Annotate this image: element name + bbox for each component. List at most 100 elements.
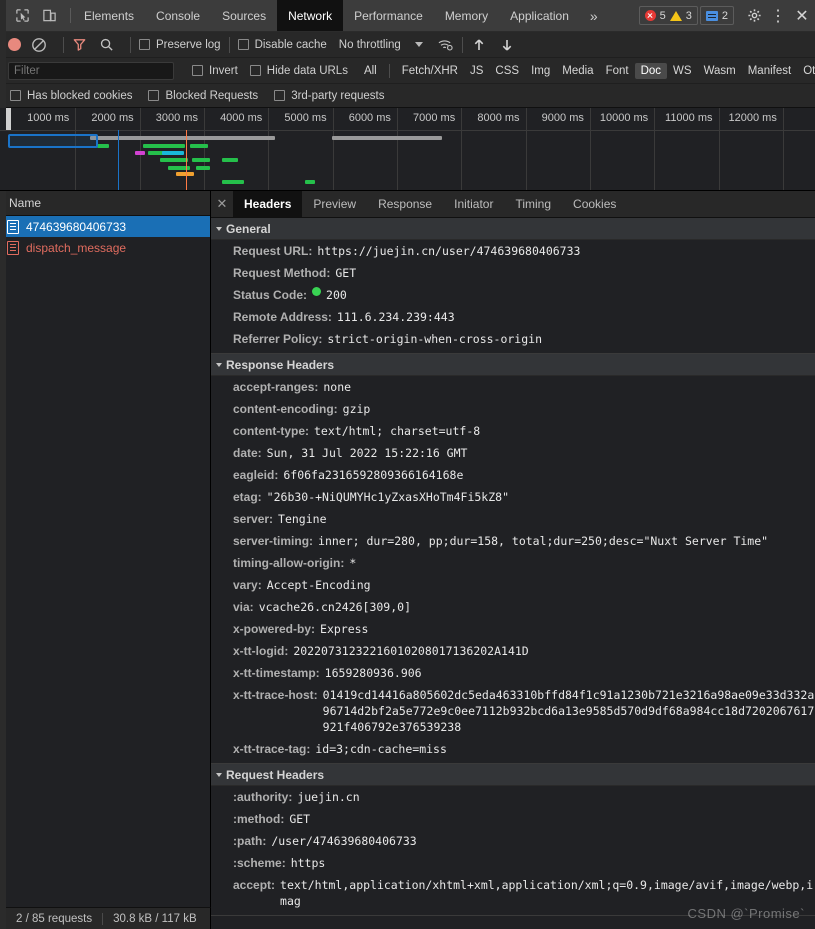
overview-gridline (718, 108, 720, 190)
detail-tabs: ✕ Headers Preview Response Initiator Tim… (211, 191, 815, 218)
header-value: 20220731232216010208017136202A141D (293, 644, 529, 658)
invert-checkbox[interactable]: Invert (192, 65, 238, 77)
hide-data-urls-checkbox[interactable]: Hide data URLs (249, 65, 348, 77)
type-filter-other[interactable]: Other (797, 63, 815, 79)
section-divider (211, 915, 815, 916)
filter-funnel-icon[interactable] (72, 37, 87, 52)
type-filter-css[interactable]: CSS (489, 63, 525, 79)
type-filter-img[interactable]: Img (525, 63, 556, 79)
detail-tab-response[interactable]: Response (367, 191, 443, 217)
type-filter-js[interactable]: JS (464, 63, 489, 79)
status-ok-icon (312, 287, 322, 296)
search-icon[interactable] (99, 37, 114, 52)
header-value: https://juejin.cn/user/474639680406733 (317, 244, 581, 258)
detail-tab-timing-label: Timing (515, 197, 552, 211)
has-blocked-cookies-checkbox[interactable]: Has blocked cookies (10, 90, 132, 102)
network-conditions-icon[interactable] (437, 37, 454, 52)
overview-tick-label: 5000 ms (284, 112, 327, 124)
header-row: timing-allow-origin: * (211, 552, 815, 574)
header-value: GET (335, 266, 357, 280)
header-key: :path: (233, 834, 267, 848)
preserve-log-checkbox[interactable]: Preserve log (139, 39, 221, 51)
header-key: Request Method: (233, 266, 331, 280)
tab-elements[interactable]: Elements (73, 0, 145, 31)
type-filter-manifest-label: Manifest (747, 64, 792, 77)
export-har-icon[interactable] (499, 37, 515, 53)
detail-tab-headers[interactable]: Headers (233, 191, 303, 217)
detail-tab-cookies[interactable]: Cookies (562, 191, 627, 217)
header-row: x-tt-logid: 20220731232216010208017136202… (211, 640, 815, 662)
type-filter-fetch-xhr[interactable]: Fetch/XHR (396, 63, 464, 79)
throttling-select[interactable]: No throttling (339, 39, 401, 51)
section-header-general[interactable]: General (211, 218, 815, 240)
tab-network[interactable]: Network (277, 0, 344, 31)
header-value: 200 (326, 288, 347, 302)
gear-icon[interactable] (743, 3, 765, 29)
chevron-down-icon[interactable] (414, 42, 423, 47)
overview-gridline (75, 108, 77, 190)
request-list-header[interactable]: Name (0, 191, 210, 216)
more-tabs-icon[interactable]: » (580, 0, 608, 31)
overview-dcl-line (118, 130, 119, 190)
header-key: eagleid: (233, 468, 279, 482)
clear-icon[interactable] (31, 37, 47, 53)
inspect-element-icon[interactable] (14, 7, 31, 24)
header-row: Request Method: GET (211, 262, 815, 284)
tab-console[interactable]: Console (145, 0, 211, 31)
request-row-failed[interactable]: dispatch_message (0, 237, 210, 258)
message-counter[interactable]: 2 (699, 6, 734, 25)
type-filter-ws[interactable]: WS (667, 63, 698, 79)
kebab-menu-icon[interactable]: ⋮ (767, 3, 789, 29)
request-list: Name 474639680406733 dispatch_message (0, 191, 211, 929)
blocked-requests-checkbox[interactable]: Blocked Requests (148, 90, 258, 102)
header-row: x-tt-timestamp: 1659280936.906 (211, 662, 815, 684)
header-row: Status Code: 200 (211, 284, 815, 306)
header-key: content-encoding: (233, 402, 338, 416)
overview-selection-window[interactable] (8, 134, 98, 148)
section-header-request-headers[interactable]: Request Headers (211, 764, 815, 786)
tabstrip-divider (70, 8, 71, 23)
section-header-response-headers[interactable]: Response Headers (211, 354, 815, 376)
tab-sources[interactable]: Sources (211, 0, 277, 31)
import-har-icon[interactable] (471, 37, 487, 53)
overview-gridline (525, 108, 527, 190)
filter-input[interactable] (8, 61, 174, 80)
detail-tab-timing[interactable]: Timing (504, 191, 562, 217)
tab-performance[interactable]: Performance (343, 0, 434, 31)
type-filter-wasm[interactable]: Wasm (698, 63, 742, 79)
tab-memory[interactable]: Memory (434, 0, 499, 31)
record-button[interactable] (8, 38, 21, 51)
column-header-name: Name (9, 196, 42, 210)
header-row: :method: GET (211, 808, 815, 830)
tab-application[interactable]: Application (499, 0, 580, 31)
header-row: Referrer Policy: strict-origin-when-cross… (211, 328, 815, 350)
request-row-selected[interactable]: 474639680406733 (0, 216, 210, 237)
header-value: text/html,application/xhtml+xml,applicat… (280, 878, 814, 908)
header-row: vary: Accept-Encoding (211, 574, 815, 596)
detail-tab-preview[interactable]: Preview (302, 191, 367, 217)
disable-cache-checkbox[interactable]: Disable cache (237, 39, 327, 51)
header-value: * (349, 556, 357, 570)
type-filter-all[interactable]: All (358, 63, 383, 79)
status-request-count: 2 / 85 requests (16, 912, 93, 925)
close-detail-icon[interactable]: ✕ (211, 191, 233, 217)
error-count: 5 (659, 9, 666, 22)
chevron-down-icon (216, 362, 222, 367)
type-filter-media[interactable]: Media (556, 63, 599, 79)
overview-tick-label: 9000 ms (541, 112, 584, 124)
device-toolbar-icon[interactable] (41, 7, 58, 24)
type-filter-doc[interactable]: Doc (634, 62, 668, 79)
dock-icon-group (6, 0, 68, 31)
type-filter-manifest[interactable]: Manifest (742, 63, 797, 79)
detail-tab-initiator[interactable]: Initiator (443, 191, 504, 217)
status-bar: 2 / 85 requests 30.8 kB / 117 kB (6, 907, 211, 929)
type-filter-font[interactable]: Font (600, 63, 635, 79)
message-icon (705, 10, 718, 21)
overview-gridline (782, 108, 784, 190)
third-party-requests-checkbox[interactable]: 3rd-party requests (274, 90, 385, 102)
network-overview-timeline[interactable]: 1000 ms 2000 ms 3000 ms 4000 ms 5000 ms 6000 … (0, 108, 815, 191)
overview-ticks: 1000 ms 2000 ms 3000 ms 4000 ms 5000 ms 6000 … (0, 108, 815, 190)
invert-box (192, 65, 203, 76)
close-devtools-icon[interactable]: ✕ (791, 3, 813, 29)
issue-counters[interactable]: 5 3 (638, 6, 698, 25)
